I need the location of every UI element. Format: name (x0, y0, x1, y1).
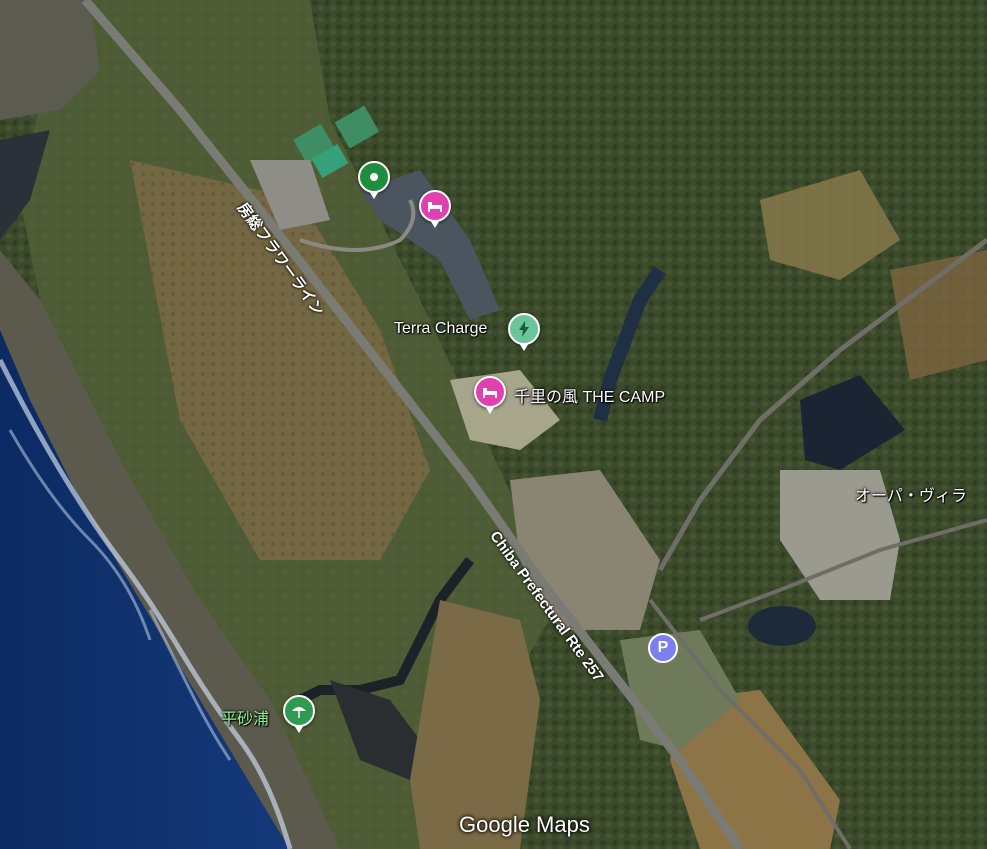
label-terra-charge[interactable]: Terra Charge (394, 320, 487, 338)
charging-pin[interactable] (508, 313, 540, 351)
parking-icon: P (657, 639, 669, 656)
satellite-map[interactable] (0, 0, 987, 849)
label-camp[interactable]: 千里の風 THE CAMP (514, 383, 665, 407)
hotel-pin-camp[interactable] (474, 376, 506, 414)
hotel-pin-resort[interactable] (419, 190, 451, 228)
pond-east (748, 606, 816, 646)
place-pin-green[interactable] (358, 161, 390, 199)
place-dot-icon (370, 173, 378, 181)
beach-pin[interactable] (283, 695, 315, 733)
label-hirasunaura[interactable]: 平砂浦 (221, 705, 269, 729)
bed-icon (483, 388, 497, 398)
parking-pin[interactable]: P (648, 633, 678, 663)
label-opa-villa[interactable]: オーパ・ヴィラ (855, 482, 967, 506)
bed-icon (428, 202, 442, 212)
google-maps-watermark: Google Maps (459, 812, 590, 837)
lightning-icon (519, 321, 529, 337)
umbrella-icon (292, 707, 306, 718)
